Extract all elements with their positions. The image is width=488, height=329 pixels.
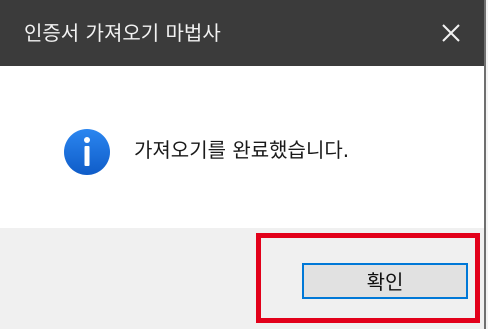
info-icon bbox=[64, 129, 110, 175]
window-title: 인증서 가져오기 마법사 bbox=[24, 21, 221, 45]
ok-button-label: 확인 bbox=[366, 270, 404, 294]
ok-button[interactable]: 확인 bbox=[302, 263, 468, 299]
close-icon bbox=[442, 24, 460, 42]
title-bar: 인증서 가져오기 마법사 bbox=[0, 0, 484, 66]
wizard-dialog: 인증서 가져오기 마법사 가져오기를 완료했습니다. 확인 bbox=[0, 0, 486, 329]
close-button[interactable] bbox=[422, 0, 484, 66]
completion-message: 가져오기를 완료했습니다. bbox=[134, 138, 350, 162]
dialog-body: 가져오기를 완료했습니다. bbox=[0, 66, 484, 228]
button-bar: 확인 bbox=[0, 228, 484, 329]
